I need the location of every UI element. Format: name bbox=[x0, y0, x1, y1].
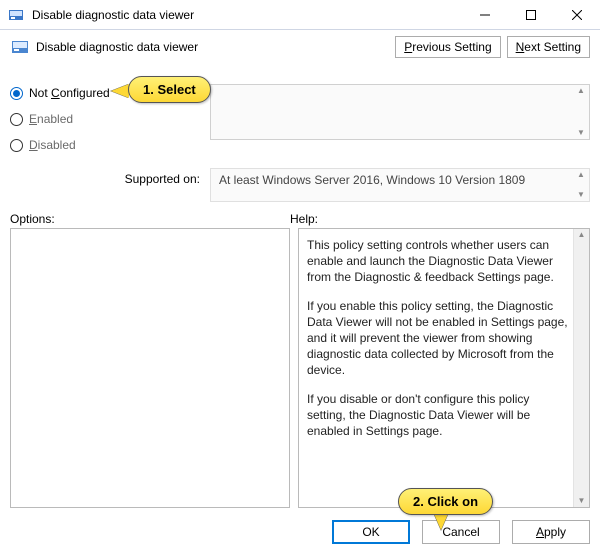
scroll-up-icon[interactable]: ▲ bbox=[578, 229, 586, 241]
titlebar: Disable diagnostic data viewer bbox=[0, 0, 600, 30]
config-area: Not Configured Enabled Disabled Comment:… bbox=[0, 64, 600, 164]
window-title: Disable diagnostic data viewer bbox=[32, 8, 194, 22]
scroll-up-icon[interactable]: ▲ bbox=[577, 85, 585, 97]
policy-header: Disable diagnostic data viewer Previous … bbox=[0, 30, 600, 64]
policy-title: Disable diagnostic data viewer bbox=[36, 40, 198, 54]
help-panel: This policy setting controls whether use… bbox=[298, 228, 590, 508]
panels: This policy setting controls whether use… bbox=[0, 228, 600, 508]
scrollbar[interactable]: ▲▼ bbox=[573, 169, 589, 201]
annotation-click-on: 2. Click on bbox=[398, 488, 493, 515]
scroll-up-icon[interactable]: ▲ bbox=[577, 169, 585, 181]
next-setting-button[interactable]: Next Setting bbox=[507, 36, 590, 58]
radio-dot-icon bbox=[10, 87, 23, 100]
close-button[interactable] bbox=[554, 0, 600, 30]
scroll-down-icon[interactable]: ▼ bbox=[578, 495, 586, 507]
previous-setting-button[interactable]: Previous Setting bbox=[395, 36, 500, 58]
ok-button[interactable]: OK bbox=[332, 520, 410, 544]
supported-on-label: Supported on: bbox=[10, 168, 210, 202]
section-labels: Options: Help: bbox=[0, 202, 600, 228]
options-panel bbox=[10, 228, 290, 508]
help-paragraph: This policy setting controls whether use… bbox=[307, 237, 571, 286]
radio-enabled[interactable]: Enabled bbox=[10, 112, 210, 126]
help-label: Help: bbox=[290, 212, 590, 226]
annotation-tail-icon bbox=[434, 514, 448, 530]
radio-dot-icon bbox=[10, 113, 23, 126]
radio-dot-icon bbox=[10, 139, 23, 152]
maximize-button[interactable] bbox=[508, 0, 554, 30]
radio-disabled[interactable]: Disabled bbox=[10, 138, 210, 152]
minimize-button[interactable] bbox=[462, 0, 508, 30]
dialog-footer: OK Cancel Apply bbox=[0, 508, 600, 554]
scroll-down-icon[interactable]: ▼ bbox=[577, 189, 585, 201]
supported-on-text: At least Windows Server 2016, Windows 10… bbox=[219, 173, 525, 187]
apply-button[interactable]: Apply bbox=[512, 520, 590, 544]
supported-row: Supported on: At least Windows Server 20… bbox=[0, 164, 600, 202]
comment-textarea[interactable]: ▲▼ bbox=[210, 84, 590, 140]
scrollbar[interactable]: ▲▼ bbox=[573, 229, 589, 507]
annotation-tail-icon bbox=[111, 84, 129, 98]
app-icon bbox=[6, 5, 26, 25]
scrollbar[interactable]: ▲▼ bbox=[573, 85, 589, 139]
options-label: Options: bbox=[10, 212, 290, 226]
help-paragraph: If you enable this policy setting, the D… bbox=[307, 298, 571, 379]
policy-icon bbox=[10, 37, 30, 57]
supported-on-box: At least Windows Server 2016, Windows 10… bbox=[210, 168, 590, 202]
annotation-select: 1. Select bbox=[128, 76, 211, 103]
scroll-down-icon[interactable]: ▼ bbox=[577, 127, 585, 139]
help-paragraph: If you disable or don't configure this p… bbox=[307, 391, 571, 440]
